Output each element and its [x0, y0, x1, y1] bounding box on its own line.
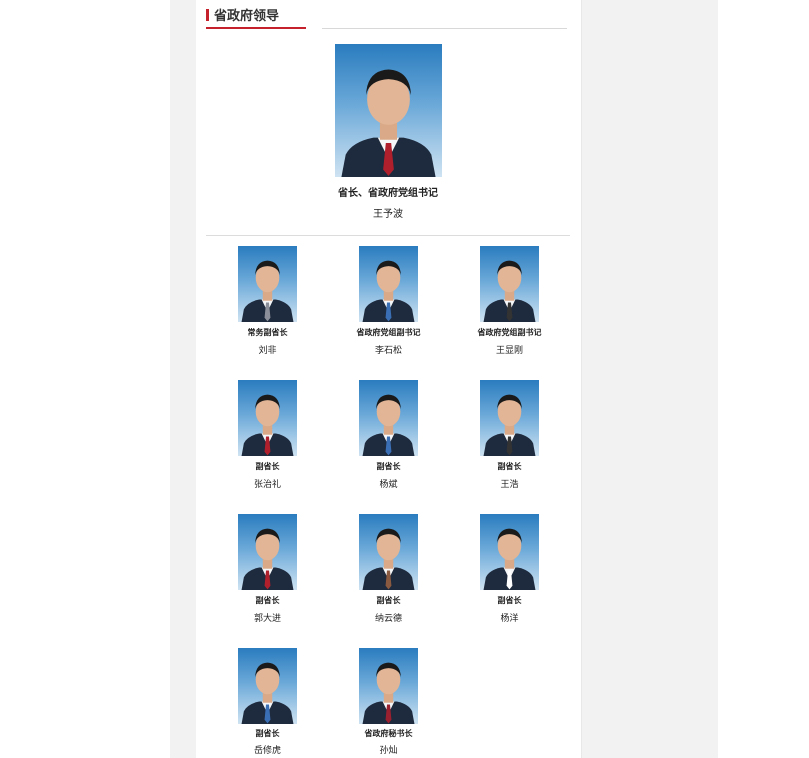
person-figure: [483, 394, 536, 456]
member-portrait[interactable]: [238, 246, 297, 322]
member-name[interactable]: 纳云德: [333, 611, 444, 624]
member-portrait[interactable]: [480, 514, 539, 590]
member-name[interactable]: 李石松: [333, 343, 444, 356]
member-name[interactable]: 王浩: [454, 477, 565, 490]
person-figure: [483, 528, 536, 590]
leader-title: 省长、省政府党组书记: [338, 188, 438, 199]
leader-portrait[interactable]: [335, 44, 442, 177]
member-name[interactable]: 杨斌: [333, 477, 444, 490]
person-figure: [483, 260, 536, 322]
member-name[interactable]: 郭大进: [212, 611, 323, 624]
member-name[interactable]: 杨洋: [454, 611, 565, 624]
member-portrait[interactable]: [238, 380, 297, 456]
member-title: 副省长: [376, 596, 401, 605]
page-gutter-right: [581, 0, 718, 758]
member-portrait[interactable]: [359, 514, 418, 590]
person-figure: [341, 69, 436, 177]
title-accent-bar: [206, 8, 209, 21]
member-title: 省政府党组副书记: [477, 328, 542, 337]
title-rule: [322, 28, 567, 29]
member-portrait[interactable]: [359, 246, 418, 322]
member-title: 省政府党组副书记: [356, 328, 421, 337]
member-title: 副省长: [497, 462, 522, 471]
member-portrait[interactable]: [480, 380, 539, 456]
member-title: 副省长: [376, 462, 401, 471]
person-figure: [241, 528, 294, 590]
page-gutter-left: [170, 0, 196, 758]
member-name[interactable]: 刘非: [212, 343, 323, 356]
section-title: 省政府领导: [214, 9, 280, 24]
member-title: 副省长: [255, 462, 280, 471]
person-figure: [241, 260, 294, 322]
member-portrait[interactable]: [480, 246, 539, 322]
leader-name[interactable]: 王予波: [296, 205, 480, 220]
page-background: [0, 0, 170, 758]
member-portrait[interactable]: [238, 648, 297, 724]
person-figure: [241, 394, 294, 456]
member-name[interactable]: 张治礼: [212, 477, 323, 490]
member-portrait[interactable]: [359, 648, 418, 724]
member-title: 副省长: [255, 729, 280, 738]
member-title: 省政府秘书长: [364, 729, 413, 738]
member-name[interactable]: 孙灿: [333, 743, 444, 756]
member-title: 常务副省长: [247, 328, 288, 337]
person-figure: [241, 662, 294, 724]
member-title: 副省长: [497, 596, 522, 605]
person-figure: [362, 662, 415, 724]
member-portrait[interactable]: [359, 380, 418, 456]
member-portrait[interactable]: [238, 514, 297, 590]
person-figure: [362, 394, 415, 456]
title-underline: [206, 27, 306, 29]
member-name[interactable]: 岳修虎: [212, 743, 323, 756]
person-figure: [362, 260, 415, 322]
member-name[interactable]: 王显刚: [454, 343, 565, 356]
section-header: 省政府领导: [206, 5, 279, 24]
divider: [206, 235, 570, 236]
person-figure: [362, 528, 415, 590]
member-title: 副省长: [255, 596, 280, 605]
